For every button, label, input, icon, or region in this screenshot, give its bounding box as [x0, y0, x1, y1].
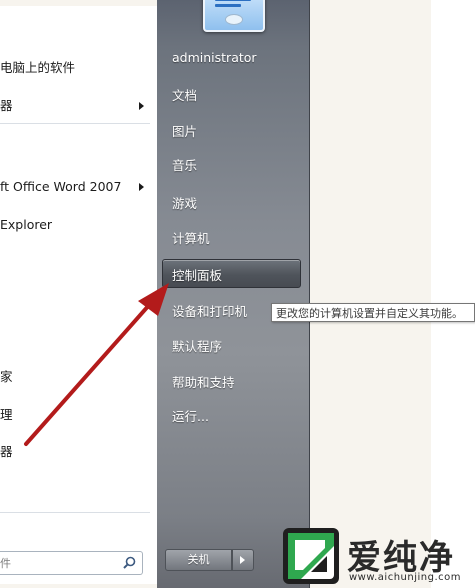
watermark-url: www.aichunjing.com	[349, 572, 461, 583]
watermark-logo-icon	[283, 528, 339, 584]
annotation-arrow-icon	[24, 283, 169, 446]
site-watermark: 爱纯净 www.aichunjing.com	[283, 522, 475, 588]
